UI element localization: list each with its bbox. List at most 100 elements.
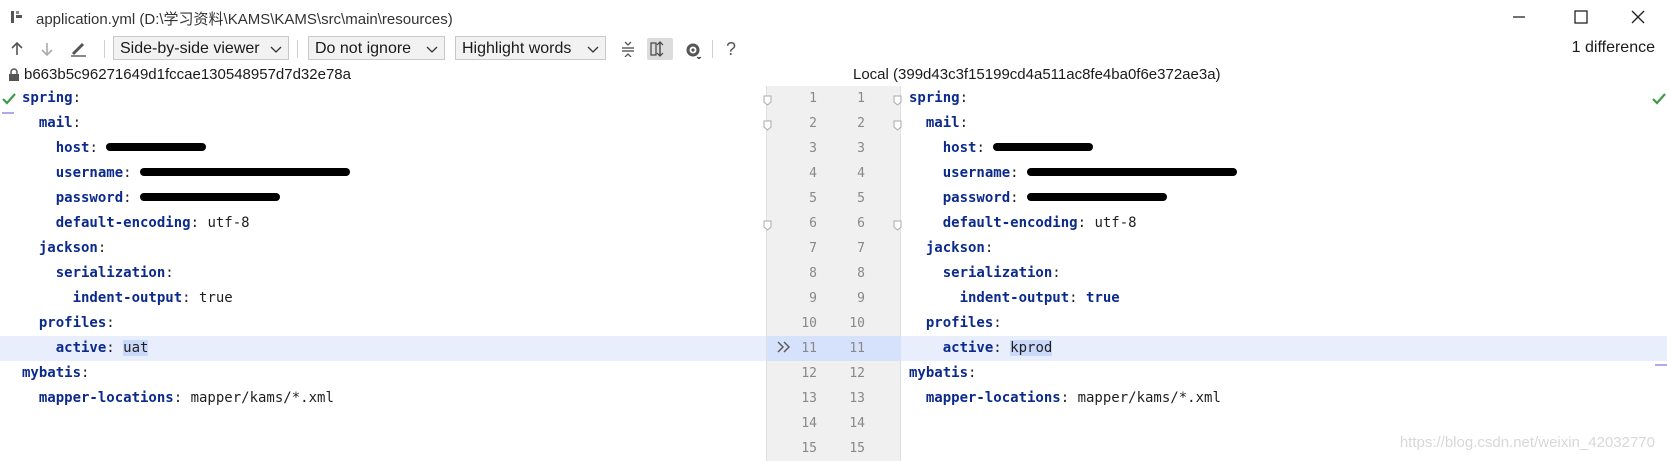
yaml-key: serialization bbox=[55, 265, 166, 281]
code-line[interactable]: default-encoding: utf-8 bbox=[0, 211, 766, 236]
yaml-key: profiles bbox=[925, 315, 994, 331]
right-line-number: 8 bbox=[857, 266, 865, 281]
yaml-value: kprod bbox=[1010, 340, 1053, 356]
left-line-number: 15 bbox=[801, 441, 817, 456]
sync-scroll-icon[interactable] bbox=[647, 38, 673, 60]
minimize-button[interactable] bbox=[1490, 0, 1548, 34]
right-line-number: 9 bbox=[857, 291, 865, 306]
left-line-number: 12 bbox=[801, 366, 817, 381]
yaml-value: true bbox=[199, 290, 233, 306]
code-line[interactable]: username: bbox=[0, 161, 766, 186]
right-line-number: 12 bbox=[849, 366, 865, 381]
yaml-value: mapper/kams/*.xml bbox=[1077, 390, 1221, 406]
arrow-up-icon[interactable] bbox=[6, 38, 28, 60]
yaml-value: mapper/kams/*.xml bbox=[190, 390, 334, 406]
code-line[interactable]: indent-output: true bbox=[901, 286, 1667, 311]
code-line[interactable]: mapper-locations: mapper/kams/*.xml bbox=[901, 386, 1667, 411]
toolbar-separator bbox=[712, 40, 713, 58]
yaml-colon: : bbox=[72, 115, 82, 131]
code-line[interactable]: default-encoding: utf-8 bbox=[901, 211, 1667, 236]
left-line-number: 2 bbox=[809, 116, 817, 131]
code-line[interactable]: mail: bbox=[0, 111, 766, 136]
highlight-mode-value: Highlight words bbox=[462, 40, 572, 57]
code-line[interactable]: profiles: bbox=[901, 311, 1667, 336]
ignore-mode-select[interactable]: Do not ignore bbox=[308, 36, 445, 60]
code-line[interactable]: mybatis: bbox=[0, 361, 766, 386]
yaml-colon: : bbox=[1069, 290, 1087, 306]
collapse-unchanged-icon[interactable] bbox=[617, 38, 639, 60]
yaml-key: indent-output bbox=[959, 290, 1070, 306]
yaml-key: jackson bbox=[38, 240, 98, 256]
code-line[interactable]: password: bbox=[901, 186, 1667, 211]
maximize-button[interactable] bbox=[1552, 0, 1610, 34]
right-editor[interactable]: spring: mail: host: username: password: … bbox=[901, 86, 1667, 461]
edit-pencil-icon[interactable] bbox=[67, 38, 89, 60]
fold-marker-icon[interactable] bbox=[763, 93, 772, 106]
yaml-key: serialization bbox=[942, 265, 1053, 281]
left-editor[interactable]: spring: mail: host: username: password: … bbox=[0, 86, 766, 461]
yaml-key: mapper-locations bbox=[925, 390, 1061, 406]
help-button[interactable]: ? bbox=[720, 38, 742, 60]
code-line[interactable]: host: bbox=[0, 136, 766, 161]
yaml-colon: : bbox=[123, 165, 141, 181]
code-line[interactable]: active: kprod bbox=[901, 336, 1667, 361]
yaml-colon: : bbox=[1052, 265, 1061, 281]
left-line-number: 9 bbox=[809, 291, 817, 306]
highlight-mode-select[interactable]: Highlight words bbox=[455, 36, 606, 60]
redacted-value bbox=[993, 143, 1094, 151]
fold-marker-icon[interactable] bbox=[763, 218, 772, 231]
right-line-number: 1 bbox=[857, 91, 865, 106]
yaml-key: default-encoding bbox=[55, 215, 191, 231]
code-line[interactable]: serialization: bbox=[901, 261, 1667, 286]
yaml-colon: : bbox=[1010, 165, 1028, 181]
right-line-number: 11 bbox=[849, 341, 865, 356]
yaml-colon: : bbox=[993, 340, 1011, 356]
left-line-number: 3 bbox=[809, 141, 817, 156]
redacted-value bbox=[106, 143, 207, 151]
code-line[interactable]: mybatis: bbox=[901, 361, 1667, 386]
left-line-number: 13 bbox=[801, 391, 817, 406]
code-line[interactable]: username: bbox=[901, 161, 1667, 186]
code-line[interactable]: jackson: bbox=[901, 236, 1667, 261]
left-line-number: 7 bbox=[809, 241, 817, 256]
yaml-colon: : bbox=[81, 365, 90, 381]
yaml-colon: : bbox=[1077, 215, 1095, 231]
change-marker bbox=[1655, 364, 1667, 366]
viewer-mode-value: Side-by-side viewer bbox=[120, 40, 260, 57]
yaml-key: password bbox=[942, 190, 1011, 206]
code-line[interactable]: serialization: bbox=[0, 261, 766, 286]
code-line[interactable]: indent-output: true bbox=[0, 286, 766, 311]
right-line-number: 14 bbox=[849, 416, 865, 431]
redacted-value bbox=[1027, 168, 1238, 176]
yaml-key: profiles bbox=[38, 315, 107, 331]
yaml-colon: : bbox=[959, 90, 969, 106]
viewer-mode-select[interactable]: Side-by-side viewer bbox=[113, 36, 289, 60]
code-line[interactable]: profiles: bbox=[0, 311, 766, 336]
yaml-colon: : bbox=[106, 340, 124, 356]
code-line[interactable]: spring: bbox=[901, 86, 1667, 111]
code-line[interactable]: password: bbox=[0, 186, 766, 211]
left-line-number: 10 bbox=[801, 316, 817, 331]
code-line[interactable]: mapper-locations: mapper/kams/*.xml bbox=[0, 386, 766, 411]
fold-marker-icon[interactable] bbox=[763, 118, 772, 131]
yaml-value: utf-8 bbox=[1094, 215, 1137, 231]
close-button[interactable] bbox=[1609, 0, 1667, 34]
right-line-number: 10 bbox=[849, 316, 865, 331]
chevron-down-icon bbox=[587, 38, 599, 68]
code-line[interactable]: jackson: bbox=[0, 236, 766, 261]
code-line[interactable]: mail: bbox=[901, 111, 1667, 136]
gear-icon[interactable] bbox=[681, 38, 703, 60]
arrow-down-icon[interactable] bbox=[36, 38, 58, 60]
code-line[interactable]: host: bbox=[901, 136, 1667, 161]
code-line[interactable]: active: uat bbox=[0, 336, 766, 361]
code-line[interactable]: spring: bbox=[0, 86, 766, 111]
yaml-colon: : bbox=[173, 390, 191, 406]
redacted-value bbox=[140, 193, 281, 201]
